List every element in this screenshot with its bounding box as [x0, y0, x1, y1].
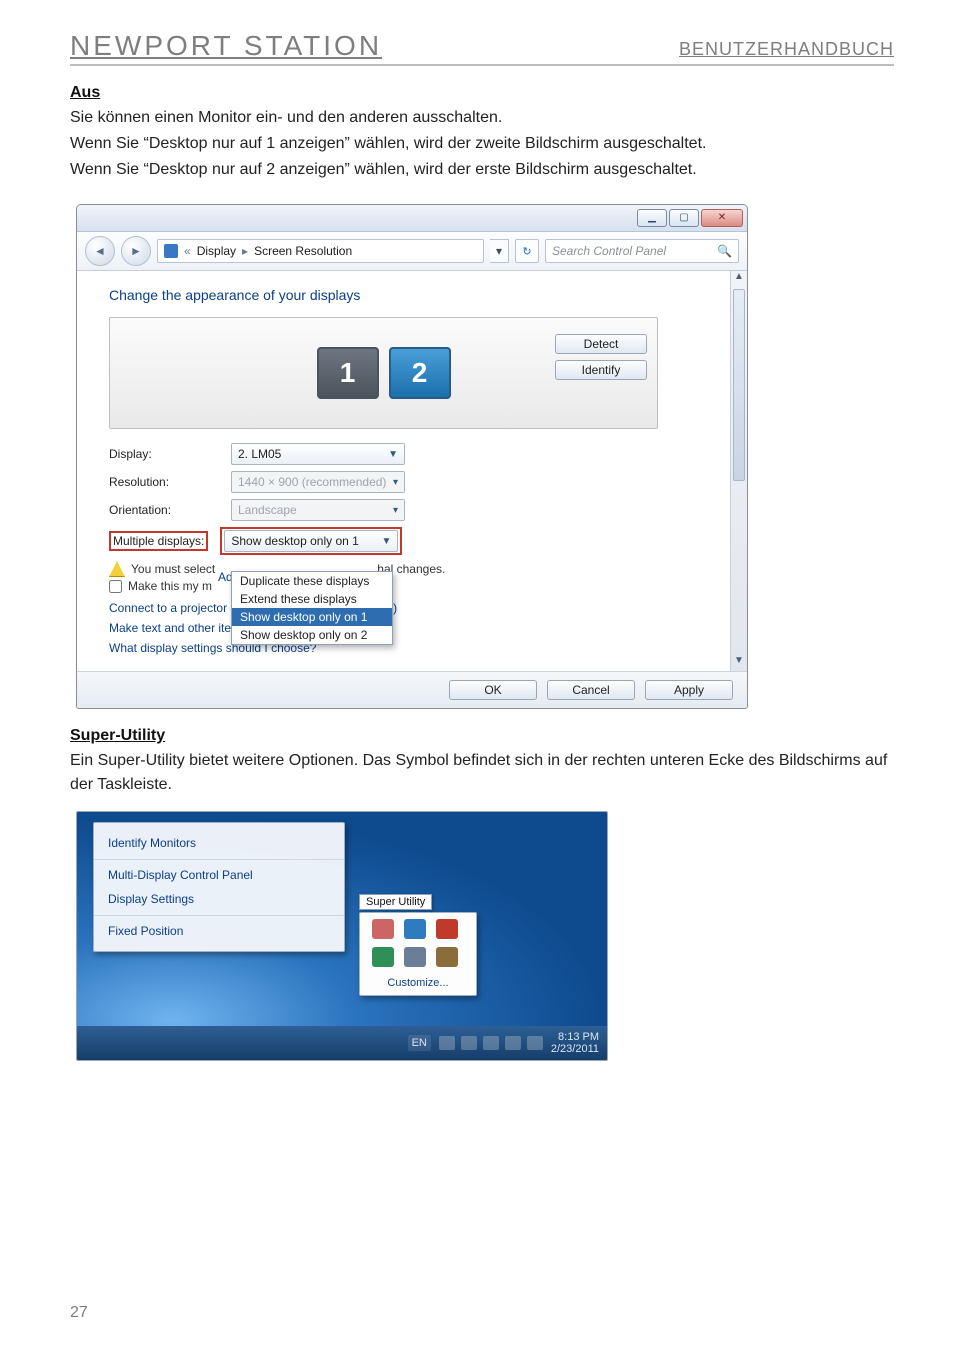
- taskbar-clock[interactable]: 8:13 PM 2/23/2011: [551, 1031, 599, 1055]
- orientation-dropdown[interactable]: Landscape ▾: [231, 499, 405, 521]
- tray-icon-6[interactable]: [436, 947, 458, 967]
- tray-network-icon[interactable]: [483, 1036, 499, 1050]
- menu-display-settings[interactable]: Display Settings: [94, 887, 344, 911]
- nav-forward-button[interactable]: ►: [121, 236, 151, 266]
- close-button[interactable]: ✕: [701, 209, 743, 227]
- tray-customize-link[interactable]: Customize...: [366, 977, 470, 989]
- display-value: 2. LM05: [238, 447, 281, 461]
- tray-icon-1[interactable]: [372, 919, 394, 939]
- apply-warning: You must select hal changes.: [109, 561, 712, 577]
- multiple-displays-dropdown[interactable]: Show desktop only on 1 ▼: [224, 530, 398, 552]
- display-help-link[interactable]: What display settings should I choose?: [109, 641, 712, 655]
- search-placeholder: Search Control Panel: [552, 244, 666, 258]
- refresh-button[interactable]: ↻: [515, 239, 539, 263]
- breadcrumb-back-chevron[interactable]: «: [184, 244, 191, 258]
- dialog-heading: Change the appearance of your displays: [109, 287, 712, 303]
- popup-opt-extend[interactable]: Extend these displays: [232, 590, 392, 608]
- label-resolution: Resolution:: [109, 475, 219, 489]
- clock-time: 8:13 PM: [551, 1031, 599, 1043]
- dialog-footer: OK Cancel Apply: [77, 671, 747, 708]
- monitor-preview[interactable]: 1 2 Detect Identify: [109, 317, 658, 429]
- tray-popup[interactable]: Customize...: [359, 912, 477, 996]
- popup-opt-only2[interactable]: Show desktop only on 2: [232, 626, 392, 644]
- address-bar: ◄ ► « Display ▸ Screen Resolution ▾ ↻ Se…: [77, 232, 747, 271]
- breadcrumb-display[interactable]: Display: [197, 244, 236, 258]
- projector-link[interactable]: Connect to a projector (or press the key…: [109, 601, 712, 615]
- search-input[interactable]: Search Control Panel 🔍: [545, 239, 739, 263]
- aus-para-2: Wenn Sie “Desktop nur auf 1 anzeigen” wä…: [70, 132, 894, 156]
- monitor-2[interactable]: 2: [389, 347, 451, 399]
- aus-para-1: Sie können einen Monitor ein- und den an…: [70, 106, 894, 130]
- ok-button[interactable]: OK: [449, 680, 537, 700]
- chevron-down-icon: ▼: [388, 449, 398, 460]
- text-size-link[interactable]: Make text and other items larger or smal…: [109, 621, 712, 635]
- tray-icon-3[interactable]: [436, 919, 458, 939]
- breadcrumb-sep-icon: ▸: [242, 244, 248, 258]
- resolution-dropdown[interactable]: 1440 × 900 (recommended) ▾: [231, 471, 405, 493]
- menu-multi-display-panel[interactable]: Multi-Display Control Panel: [94, 859, 344, 887]
- label-orientation: Orientation:: [109, 503, 219, 517]
- tray-icon-5[interactable]: [404, 947, 426, 967]
- page-number: 27: [70, 1304, 88, 1322]
- label-display: Display:: [109, 447, 219, 461]
- scroll-up-icon[interactable]: ▲: [731, 271, 747, 287]
- make-main-display-checkbox[interactable]: [109, 580, 122, 593]
- section-super-utility-title: Super-Utility: [70, 727, 894, 745]
- tray-volume-icon[interactable]: [527, 1036, 543, 1050]
- language-indicator[interactable]: EN: [408, 1035, 431, 1051]
- display-dropdown[interactable]: 2. LM05 ▼: [231, 443, 405, 465]
- screen-resolution-dialog: ▁ ▢ ✕ ◄ ► « Display ▸ Screen Resolution …: [76, 204, 748, 709]
- scrollbar-thumb[interactable]: [733, 289, 745, 481]
- dialog-content: Change the appearance of your displays 1…: [77, 271, 730, 671]
- menu-fixed-position[interactable]: Fixed Position: [94, 915, 344, 943]
- breadcrumb[interactable]: « Display ▸ Screen Resolution: [157, 239, 484, 263]
- clock-date: 2/23/2011: [551, 1043, 599, 1055]
- super-utility-tooltip: Super Utility: [359, 894, 432, 910]
- multiple-displays-popup[interactable]: Duplicate these displays Extend these di…: [231, 571, 393, 645]
- orientation-value: Landscape: [238, 503, 297, 517]
- warning-icon: [109, 561, 125, 577]
- menu-identify-monitors[interactable]: Identify Monitors: [94, 831, 344, 855]
- window-titlebar[interactable]: ▁ ▢ ✕: [77, 205, 747, 232]
- search-icon: 🔍: [717, 244, 732, 258]
- section-aus-title: Aus: [70, 84, 894, 102]
- taskbar-tray-icons[interactable]: [439, 1036, 543, 1050]
- popup-opt-duplicate[interactable]: Duplicate these displays: [232, 572, 392, 590]
- breadcrumb-screenres[interactable]: Screen Resolution: [254, 244, 352, 258]
- cancel-button[interactable]: Cancel: [547, 680, 635, 700]
- tray-icon-4[interactable]: [372, 947, 394, 967]
- resolution-value: 1440 × 900 (recommended): [238, 475, 386, 489]
- monitor-1[interactable]: 1: [317, 347, 379, 399]
- control-panel-icon: [164, 244, 178, 258]
- popup-opt-only1[interactable]: Show desktop only on 1: [232, 608, 392, 626]
- header-left: NEWPORT STATION: [70, 30, 382, 62]
- minimize-button[interactable]: ▁: [637, 209, 667, 227]
- super-utility-para: Ein Super-Utility bietet weitere Optione…: [70, 749, 894, 797]
- super-utility-screenshot: Identify Monitors Multi-Display Control …: [76, 811, 608, 1061]
- tray-icon-2[interactable]: [404, 919, 426, 939]
- header-right: BENUTZERHANDBUCH: [679, 39, 894, 60]
- identify-button[interactable]: Identify: [555, 360, 647, 380]
- chevron-down-icon: ▾: [393, 505, 398, 516]
- maximize-button[interactable]: ▢: [669, 209, 699, 227]
- label-multiple-displays: Multiple displays:: [113, 534, 204, 548]
- nav-back-button[interactable]: ◄: [85, 236, 115, 266]
- tray-power-icon[interactable]: [505, 1036, 521, 1050]
- tray-chevron-icon[interactable]: [439, 1036, 455, 1050]
- super-utility-menu[interactable]: Identify Monitors Multi-Display Control …: [93, 822, 345, 952]
- taskbar[interactable]: EN 8:13 PM 2/23/2011: [77, 1026, 607, 1060]
- chevron-down-icon: ▾: [393, 477, 398, 488]
- warning-text-a: You must select: [131, 562, 215, 576]
- multiple-displays-value: Show desktop only on 1: [231, 534, 358, 548]
- scroll-down-icon[interactable]: ▼: [731, 655, 747, 671]
- address-dropdown[interactable]: ▾: [490, 239, 509, 263]
- chevron-down-icon: ▼: [381, 536, 391, 547]
- vertical-scrollbar[interactable]: ▲ ▼: [730, 271, 747, 671]
- page-header: NEWPORT STATION BENUTZERHANDBUCH: [70, 30, 894, 66]
- make-main-display-label: Make this my m: [128, 579, 212, 593]
- detect-button[interactable]: Detect: [555, 334, 647, 354]
- apply-button[interactable]: Apply: [645, 680, 733, 700]
- tray-flag-icon[interactable]: [461, 1036, 477, 1050]
- aus-para-3: Wenn Sie “Desktop nur auf 2 anzeigen” wä…: [70, 158, 894, 182]
